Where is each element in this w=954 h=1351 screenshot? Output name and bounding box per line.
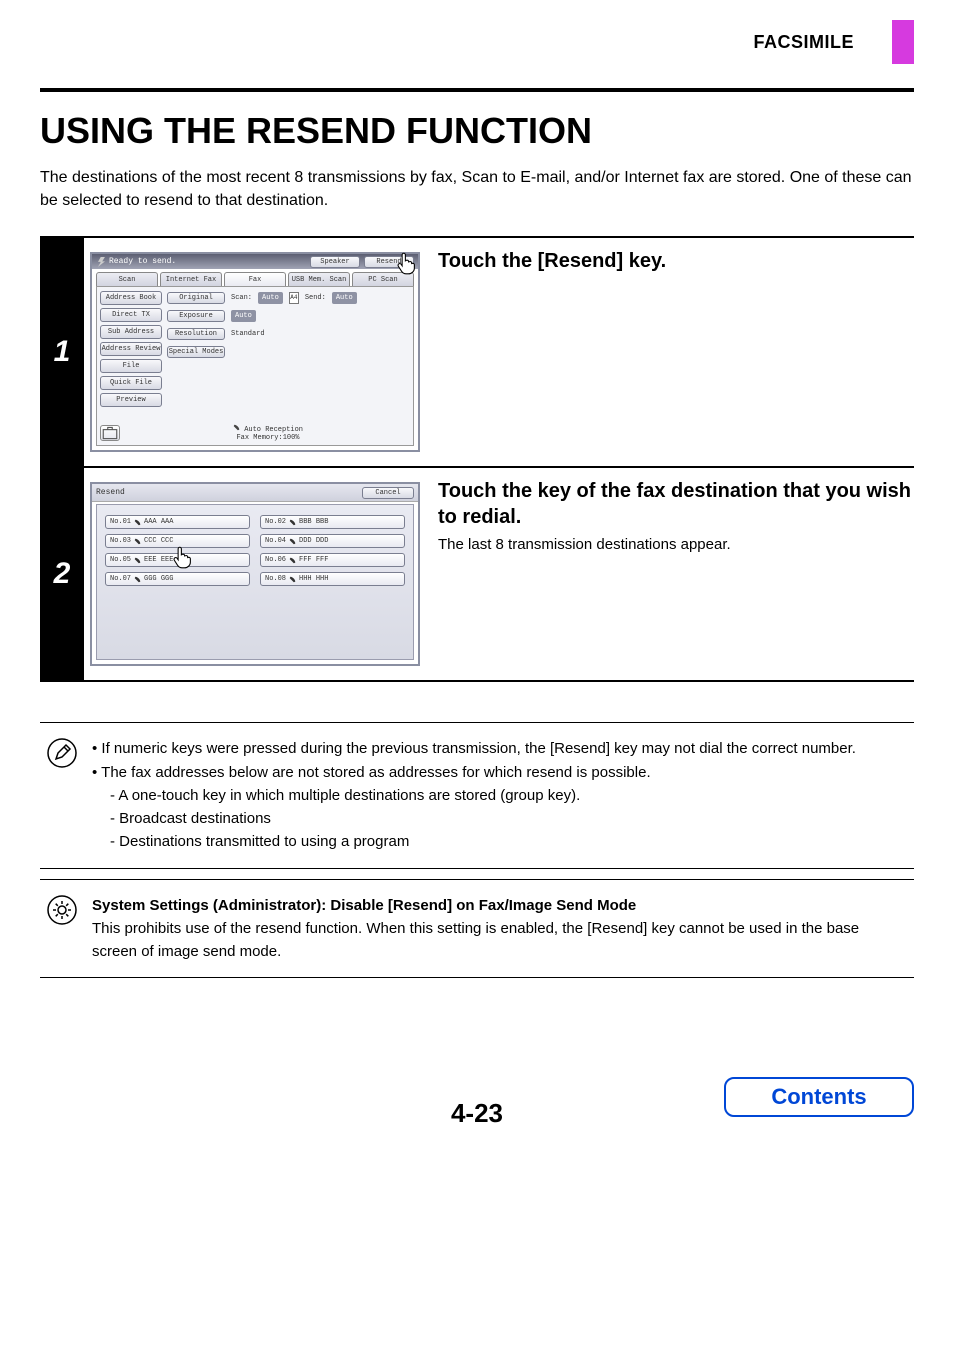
resolution-button[interactable]: Resolution xyxy=(167,328,225,340)
dest-name: DDD DDD xyxy=(299,537,328,545)
dest-name: CCC CCC xyxy=(144,537,173,545)
toolbox-icon[interactable] xyxy=(100,425,120,441)
gear-circle-icon xyxy=(46,894,78,926)
destination-item[interactable]: No.07 GGG GGG xyxy=(105,572,250,586)
tab-fax[interactable]: Fax xyxy=(224,272,286,286)
phone-icon xyxy=(289,519,296,526)
step-1-row: 1 Ready to send. Speaker Resend Scan Int… xyxy=(40,238,914,466)
sub-address-button[interactable]: Sub Address xyxy=(100,325,162,339)
top-rule xyxy=(40,88,914,92)
dest-no: No.05 xyxy=(110,556,131,564)
scan-label: Scan: xyxy=(231,294,252,302)
hand-cursor-icon xyxy=(394,250,420,276)
resend-list-screen: Resend Cancel No.01 AAA AAA No.02 BBB BBB … xyxy=(90,482,420,666)
step-number: 2 xyxy=(40,468,84,680)
note-box: If numeric keys were pressed during the … xyxy=(40,722,914,868)
destination-item[interactable]: No.04 DDD DDD xyxy=(260,534,405,548)
section-label: FACSIMILE xyxy=(753,32,854,53)
resend-title: Resend xyxy=(96,488,125,497)
tab-internet-fax[interactable]: Internet Fax xyxy=(160,272,222,286)
address-book-button[interactable]: Address Book xyxy=(100,291,162,305)
fax-base-screen: Ready to send. Speaker Resend Scan Inter… xyxy=(90,252,420,452)
dest-no: No.02 xyxy=(265,518,286,526)
divider xyxy=(40,680,914,682)
quick-file-button[interactable]: Quick File xyxy=(100,376,162,390)
phone-icon xyxy=(134,538,141,545)
step-1-heading: Touch the [Resend] key. xyxy=(438,248,914,274)
dest-name: HHH HHH xyxy=(299,575,328,583)
send-auto-chip: Auto xyxy=(332,292,357,304)
destination-item[interactable]: No.02 BBB BBB xyxy=(260,515,405,529)
direct-tx-button[interactable]: Direct TX xyxy=(100,308,162,322)
dest-no: No.06 xyxy=(265,556,286,564)
file-button[interactable]: File xyxy=(100,359,162,373)
lightning-icon xyxy=(98,257,105,267)
page-title: USING THE RESEND FUNCTION xyxy=(40,110,914,152)
note-subline: A one-touch key in which multiple destin… xyxy=(110,784,906,807)
cancel-button[interactable]: Cancel xyxy=(362,487,414,499)
phone-icon xyxy=(134,576,141,583)
exposure-value: Auto xyxy=(231,310,256,322)
destination-item[interactable]: No.06 FFF FFF xyxy=(260,553,405,567)
step-2-row: 2 Resend Cancel No.01 AAA AAA No.02 BBB BB… xyxy=(40,468,914,680)
tab-scan[interactable]: Scan xyxy=(96,272,158,286)
footer-status: Auto Reception Fax Memory:100% xyxy=(126,424,410,443)
note-subline: Broadcast destinations xyxy=(110,807,906,830)
destination-item[interactable]: No.01 AAA AAA xyxy=(105,515,250,529)
dest-no: No.04 xyxy=(265,537,286,545)
hand-cursor-icon xyxy=(170,544,196,570)
step-2-subtext: The last 8 transmission destinations app… xyxy=(438,536,914,553)
scan-auto-chip: Auto xyxy=(258,292,283,304)
destination-grid: No.01 AAA AAA No.02 BBB BBB No.03 CCC CCC N… xyxy=(105,515,405,586)
magenta-tab-icon xyxy=(892,20,914,64)
step-2-heading: Touch the key of the fax destination tha… xyxy=(438,478,914,530)
admin-note-box: System Settings (Administrator): Disable… xyxy=(40,879,914,979)
phone-icon xyxy=(289,557,296,564)
phone-icon xyxy=(134,519,141,526)
phone-icon xyxy=(289,538,296,545)
contents-label: Contents xyxy=(771,1084,866,1110)
destination-item[interactable]: No.08 HHH HHH xyxy=(260,572,405,586)
admin-note-body: This prohibits use of the resend functio… xyxy=(92,917,906,964)
fax-memory-label: Fax Memory:100% xyxy=(236,434,299,442)
phone-icon xyxy=(289,576,296,583)
dest-name: BBB BBB xyxy=(299,518,328,526)
dest-no: No.07 xyxy=(110,575,131,583)
dest-no: No.08 xyxy=(265,575,286,583)
exposure-button[interactable]: Exposure xyxy=(167,310,225,322)
speaker-button[interactable]: Speaker xyxy=(310,256,360,268)
paper-icon: A4 xyxy=(289,292,299,304)
original-button[interactable]: Original xyxy=(167,292,225,304)
resolution-value: Standard xyxy=(231,330,265,338)
auto-reception-label: Auto Reception xyxy=(244,426,303,434)
dest-no: No.03 xyxy=(110,537,131,545)
page-header: FACSIMILE xyxy=(40,20,914,64)
dest-no: No.01 xyxy=(110,518,131,526)
phone-receive-icon xyxy=(233,424,240,431)
pencil-circle-icon xyxy=(46,737,78,769)
contents-button[interactable]: Contents xyxy=(724,1077,914,1117)
admin-note-title: System Settings (Administrator): Disable… xyxy=(92,894,906,917)
preview-button[interactable]: Preview xyxy=(100,393,162,407)
tab-usb-mem-scan[interactable]: USB Mem. Scan xyxy=(288,272,350,286)
dest-name: GGG GGG xyxy=(144,575,173,583)
special-modes-button[interactable]: Special Modes xyxy=(167,346,225,358)
address-review-button[interactable]: Address Review xyxy=(100,342,162,356)
dest-name: EEE EEE xyxy=(144,556,173,564)
dest-name: AAA AAA xyxy=(144,518,173,526)
send-label: Send: xyxy=(305,294,326,302)
note-line: If numeric keys were pressed during the … xyxy=(92,737,906,760)
dest-name: FFF FFF xyxy=(299,556,328,564)
status-text: Ready to send. xyxy=(109,257,176,266)
note-subline: Destinations transmitted to using a prog… xyxy=(110,830,906,853)
step-number: 1 xyxy=(40,238,84,466)
phone-icon xyxy=(134,557,141,564)
intro-text: The destinations of the most recent 8 tr… xyxy=(40,166,914,212)
note-line: The fax addresses below are not stored a… xyxy=(92,761,906,784)
